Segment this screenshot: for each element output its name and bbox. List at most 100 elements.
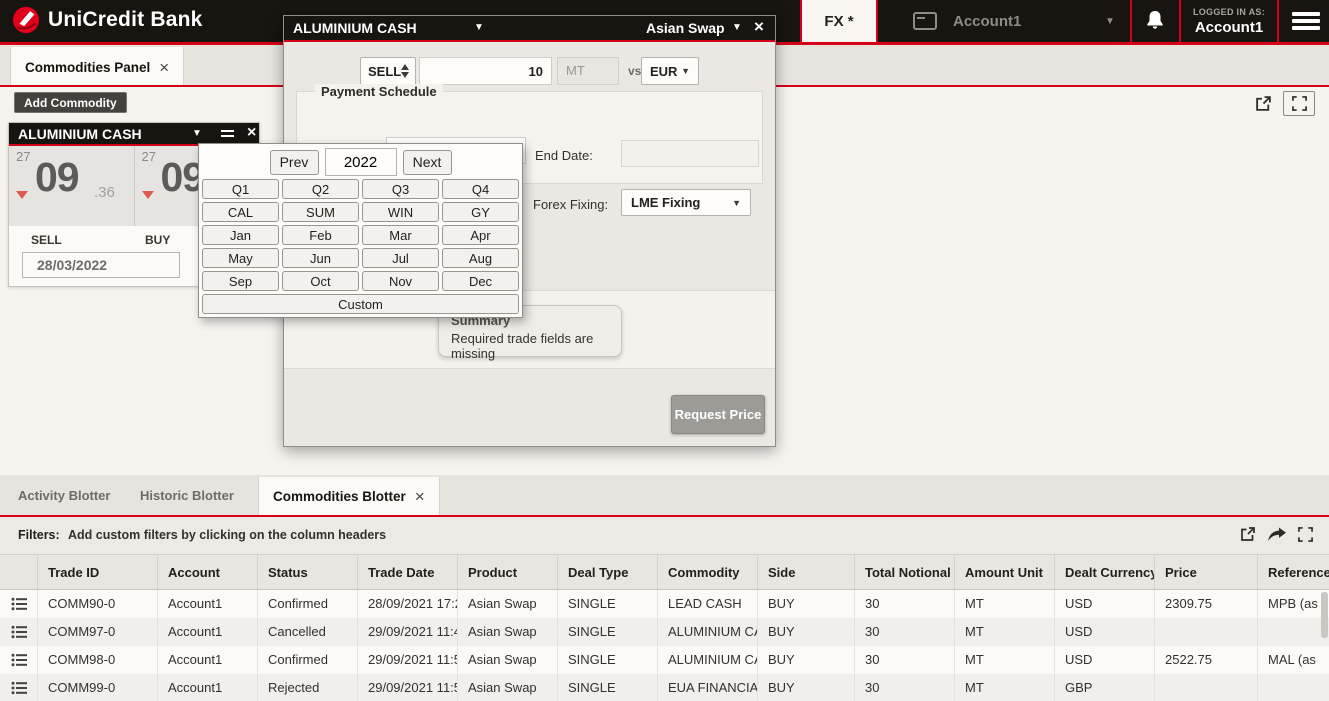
tab-activity-blotter[interactable]: Activity Blotter — [18, 488, 110, 503]
column-header[interactable]: Dealt Currency — [1055, 555, 1155, 589]
cell-price: 2522.75 — [1155, 646, 1258, 674]
column-header[interactable]: Product — [458, 555, 558, 589]
row-menu-icon[interactable] — [0, 674, 38, 701]
price-down-arrow-icon — [16, 191, 28, 199]
stepper-arrows-icon — [401, 64, 409, 78]
period-sum-button[interactable]: SUM — [282, 202, 359, 222]
currency-dropdown[interactable]: EUR ▼ — [641, 57, 699, 85]
chevron-down-icon[interactable]: ▼ — [192, 128, 202, 139]
add-commodity-button[interactable]: Add Commodity — [14, 92, 127, 113]
column-header[interactable]: Commodity — [658, 555, 758, 589]
chevron-down-icon[interactable]: ▼ — [732, 22, 742, 33]
widget-title: ALUMINIUM CASH — [18, 126, 142, 142]
period-q3-button[interactable]: Q3 — [362, 179, 439, 199]
column-header[interactable]: Total Notional Qu — [855, 555, 955, 589]
column-header[interactable]: Account — [158, 555, 258, 589]
cell-total-notional: 30 — [855, 618, 955, 646]
cell-account: Account1 — [158, 674, 258, 701]
forex-fixing-value: LME Fixing — [631, 195, 700, 210]
table-row[interactable]: COMM90-0 Account1 Confirmed 28/09/2021 1… — [0, 590, 1329, 618]
cell-amount-unit: MT — [955, 646, 1055, 674]
period-win-button[interactable]: WIN — [362, 202, 439, 222]
period-sep-button[interactable]: Sep — [202, 271, 279, 291]
period-mar-button[interactable]: Mar — [362, 225, 439, 245]
period-q2-button[interactable]: Q2 — [282, 179, 359, 199]
table-row[interactable]: COMM98-0 Account1 Confirmed 29/09/2021 1… — [0, 646, 1329, 674]
period-aug-button[interactable]: Aug — [442, 248, 519, 268]
column-header[interactable]: Deal Type — [558, 555, 658, 589]
end-date-input[interactable] — [621, 140, 759, 167]
column-header[interactable]: Trade Date — [358, 555, 458, 589]
period-oct-button[interactable]: Oct — [282, 271, 359, 291]
side-toggle[interactable]: SELL — [360, 57, 416, 85]
popout-icon[interactable] — [1255, 95, 1272, 112]
period-feb-button[interactable]: Feb — [282, 225, 359, 245]
tab-commodities-panel[interactable]: Commodities Panel × — [10, 47, 184, 87]
forex-fixing-label: Forex Fixing: — [533, 197, 608, 212]
tab-fx[interactable]: FX * — [800, 0, 878, 42]
table-row[interactable]: COMM99-0 Account1 Rejected 29/09/2021 11… — [0, 674, 1329, 701]
settlement-date-field[interactable]: 28/03/2022 — [22, 252, 180, 278]
fullscreen-icon[interactable] — [1298, 527, 1313, 542]
cell-side: BUY — [758, 590, 855, 618]
tab-historic-blotter[interactable]: Historic Blotter — [140, 488, 234, 503]
row-menu-icon[interactable] — [0, 646, 38, 674]
quantity-input[interactable] — [419, 57, 552, 85]
period-may-button[interactable]: May — [202, 248, 279, 268]
popout-icon[interactable] — [1240, 526, 1256, 542]
cell-total-notional: 30 — [855, 590, 955, 618]
tab-commodities-blotter[interactable]: Commodities Blotter × — [258, 477, 440, 515]
currency-value: EUR — [650, 64, 677, 79]
period-cal-button[interactable]: CAL — [202, 202, 279, 222]
close-icon[interactable]: × — [247, 124, 256, 142]
chevron-down-icon[interactable]: ▼ — [474, 22, 484, 33]
blotter-grid: Trade ID Account Status Trade Date Produ… — [0, 554, 1329, 701]
period-apr-button[interactable]: Apr — [442, 225, 519, 245]
notifications-bell-icon[interactable] — [1143, 9, 1167, 33]
sell-price-tile[interactable]: 27 09 .36 — [9, 146, 135, 226]
table-row[interactable]: COMM97-0 Account1 Cancelled 29/09/2021 1… — [0, 618, 1329, 646]
cell-status: Rejected — [258, 674, 358, 701]
prev-year-button[interactable]: Prev — [270, 150, 319, 175]
price-big-digits: 09 — [35, 154, 79, 201]
vertical-scrollbar[interactable] — [1321, 592, 1328, 638]
cell-total-notional: 30 — [855, 674, 955, 701]
column-header[interactable]: Reference — [1258, 555, 1329, 589]
brand-name: UniCredit Bank — [48, 8, 203, 32]
period-dec-button[interactable]: Dec — [442, 271, 519, 291]
filters-bar: Filters: Add custom filters by clicking … — [0, 517, 1329, 554]
picker-row: Jan Feb Mar Apr — [202, 225, 519, 245]
export-share-icon[interactable] — [1268, 527, 1286, 542]
period-gy-button[interactable]: GY — [442, 202, 519, 222]
widget-menu-icon[interactable] — [221, 130, 234, 140]
row-menu-icon[interactable] — [0, 590, 38, 618]
forex-fixing-dropdown[interactable]: LME Fixing ▼ — [621, 189, 751, 216]
period-jul-button[interactable]: Jul — [362, 248, 439, 268]
close-icon[interactable]: × — [159, 59, 169, 76]
period-jan-button[interactable]: Jan — [202, 225, 279, 245]
column-header[interactable]: Price — [1155, 555, 1258, 589]
close-icon[interactable]: × — [415, 488, 425, 505]
cell-trade-date: 28/09/2021 17:22: — [358, 590, 458, 618]
period-custom-button[interactable]: Custom — [202, 294, 519, 314]
picker-year-nav: Prev Next — [202, 148, 519, 176]
column-header[interactable]: Amount Unit — [955, 555, 1055, 589]
period-q1-button[interactable]: Q1 — [202, 179, 279, 199]
row-menu-icon[interactable] — [0, 618, 38, 646]
period-q4-button[interactable]: Q4 — [442, 179, 519, 199]
main-menu-icon[interactable] — [1292, 12, 1320, 33]
year-input[interactable] — [325, 148, 397, 176]
request-price-button[interactable]: Request Price — [671, 395, 765, 434]
period-jun-button[interactable]: Jun — [282, 248, 359, 268]
period-nov-button[interactable]: Nov — [362, 271, 439, 291]
chevron-down-icon: ▼ — [732, 198, 741, 208]
account-selector[interactable]: Account1 ▼ — [905, 0, 1130, 42]
fullscreen-button[interactable] — [1283, 91, 1315, 116]
next-year-button[interactable]: Next — [403, 150, 452, 175]
column-header[interactable]: Status — [258, 555, 358, 589]
column-header[interactable]: Trade ID — [38, 555, 158, 589]
close-icon[interactable]: × — [754, 17, 764, 37]
cell-status: Cancelled — [258, 618, 358, 646]
column-header[interactable]: Side — [758, 555, 855, 589]
ticket-product-selector[interactable]: Asian Swap — [646, 20, 725, 36]
